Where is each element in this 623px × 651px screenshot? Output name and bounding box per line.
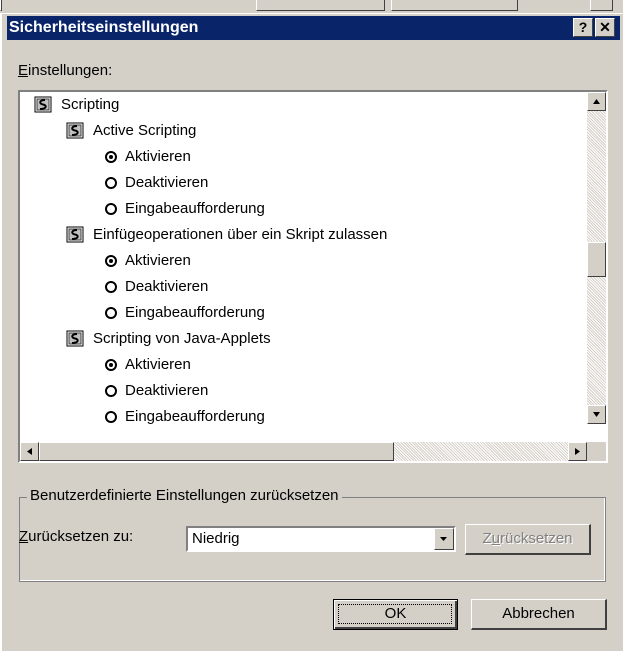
tree-item-label: Deaktivieren <box>125 278 209 295</box>
parent-window-strip <box>0 0 623 14</box>
tree-item-label: Aktivieren <box>125 148 191 165</box>
scroll-up-button[interactable] <box>587 92 606 111</box>
vertical-scrollbar[interactable] <box>587 92 606 424</box>
radio-selected-icon[interactable] <box>105 151 117 163</box>
tree-item-label: Scripting von Java-Applets <box>93 330 271 347</box>
arrow-left-icon <box>27 448 32 455</box>
radio-icon[interactable] <box>105 385 117 397</box>
reset-button[interactable]: Zurücksetzen <box>465 524 591 555</box>
scroll-right-button[interactable] <box>568 442 587 461</box>
horizontal-scroll-thumb[interactable] <box>39 442 394 461</box>
chevron-down-icon <box>440 537 447 541</box>
vertical-scroll-thumb[interactable] <box>587 242 606 277</box>
arrow-up-icon <box>593 99 600 104</box>
reset-to-label: Zurücksetzen zu: <box>19 528 134 545</box>
tree-item-label: Aktivieren <box>125 252 191 269</box>
radio-selected-icon[interactable] <box>105 255 117 267</box>
scroll-left-button[interactable] <box>20 442 39 461</box>
radio-icon[interactable] <box>105 177 117 189</box>
script-settings-icon <box>66 330 84 347</box>
script-settings-icon <box>34 96 52 113</box>
arrow-down-icon <box>593 412 600 417</box>
radio-icon[interactable] <box>105 307 117 319</box>
title-bar: Sicherheitseinstellungen ? ✕ <box>7 16 620 40</box>
settings-tree[interactable]: Scripting Active Scripting Aktivieren Deakt… <box>18 90 608 463</box>
ok-button[interactable]: OK <box>333 599 458 630</box>
horizontal-scrollbar[interactable] <box>20 442 587 461</box>
settings-tree-content: Scripting Active Scripting Aktivieren Deakt… <box>20 92 570 424</box>
reset-level-select[interactable]: Niedrig <box>186 526 456 552</box>
scroll-down-button[interactable] <box>587 405 606 424</box>
script-settings-icon <box>66 122 84 139</box>
close-button[interactable]: ✕ <box>595 18 615 37</box>
close-icon: ✕ <box>599 19 611 35</box>
arrow-right-icon <box>575 448 580 455</box>
radio-selected-icon[interactable] <box>105 359 117 371</box>
reset-level-dropdown-button[interactable] <box>434 528 454 550</box>
help-button[interactable]: ? <box>573 18 593 37</box>
reset-level-value: Niedrig <box>192 530 240 547</box>
radio-icon[interactable] <box>105 203 117 215</box>
tree-item-label: Eingabeaufforderung <box>125 408 265 424</box>
reset-group-title: Benutzerdefinierte Einstellungen zurücks… <box>27 487 342 504</box>
tree-item-label: Aktivieren <box>125 356 191 373</box>
settings-label: Einstellungen: <box>18 62 113 79</box>
cancel-button[interactable]: Abbrechen <box>471 599 607 630</box>
scrollbar-corner <box>587 442 606 461</box>
tree-item-label: Deaktivieren <box>125 174 209 191</box>
help-icon: ? <box>578 19 588 35</box>
tree-item-label: Eingabeaufforderung <box>125 304 265 321</box>
dialog-title: Sicherheitseinstellungen <box>9 19 199 36</box>
tree-item-label: Scripting <box>61 96 120 113</box>
focus-rectangle <box>338 604 452 624</box>
tree-item-label: Active Scripting <box>93 122 197 139</box>
tree-item-label: Eingabeaufforderung <box>125 200 265 217</box>
script-settings-icon <box>66 226 84 243</box>
tree-item-label: Einfügeoperationen über ein Skript zulas… <box>93 226 388 243</box>
radio-icon[interactable] <box>105 411 117 423</box>
radio-icon[interactable] <box>105 281 117 293</box>
tree-item-label: Deaktivieren <box>125 382 209 399</box>
